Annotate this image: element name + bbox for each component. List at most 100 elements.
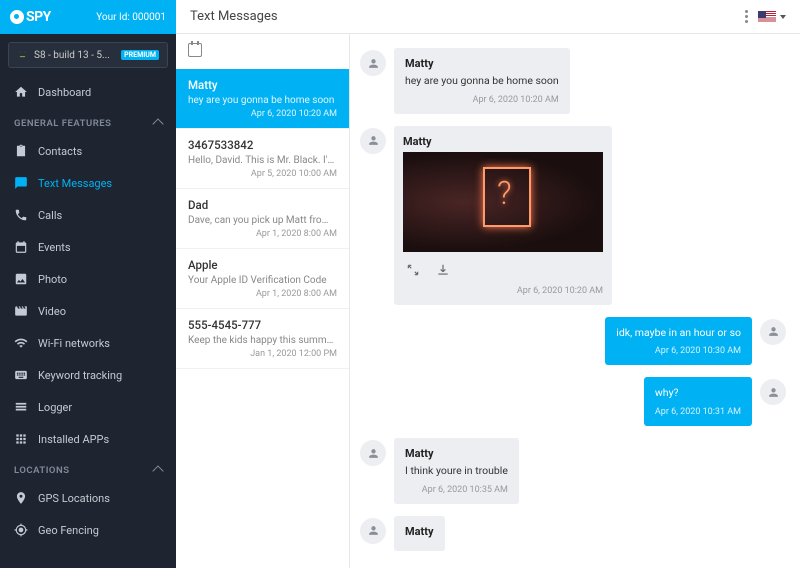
- conversation-preview: Dave, can you pick up Matt from schoo...: [188, 215, 337, 226]
- conversation-item[interactable]: Matty hey are you gonna be home soon Apr…: [176, 69, 349, 129]
- message-bubble-incoming: Matty I think youre in trouble Apr 6, 20…: [394, 438, 519, 504]
- avatar: [360, 128, 386, 154]
- conversation-item[interactable]: 3467533842 Hello, David. This is Mr. Bla…: [176, 129, 349, 189]
- message-icon: [14, 176, 28, 190]
- sidebar-item-dashboard[interactable]: Dashboard: [0, 76, 176, 108]
- sidebar-header: SPY Your Id: 000001: [0, 0, 176, 34]
- conversation-date: Apr 1, 2020 8:00 AM: [188, 289, 337, 299]
- message-bubble-outgoing: why? Apr 6, 2020 10:31 AM: [644, 377, 752, 426]
- sidebar-item-video[interactable]: Video: [0, 295, 176, 327]
- message-image[interactable]: ?: [403, 152, 603, 252]
- photo-icon: [14, 272, 28, 286]
- header-actions: [745, 10, 786, 23]
- sidebar-item-events[interactable]: Events: [0, 231, 176, 263]
- message-bubble-outgoing: idk, maybe in an hour or so Apr 6, 2020 …: [605, 317, 752, 366]
- message-sender: Matty: [405, 525, 434, 538]
- clipboard-icon: [14, 144, 28, 158]
- sidebar-item-gps[interactable]: GPS Locations: [0, 482, 176, 514]
- conversation-name: 3467533842: [188, 138, 337, 152]
- sidebar-label: Photo: [38, 273, 67, 286]
- calendar-icon: [14, 240, 28, 254]
- message-row: Matty: [360, 516, 786, 551]
- conversation-name: Matty: [188, 78, 337, 92]
- calendar-icon: [188, 43, 202, 57]
- avatar: [760, 379, 786, 405]
- user-id-label: Your Id: 000001: [96, 12, 166, 23]
- target-icon: [14, 523, 28, 537]
- sidebar-label: Keyword tracking: [38, 369, 122, 382]
- premium-badge: PREMIUM: [121, 50, 159, 60]
- logger-icon: [14, 400, 28, 414]
- home-icon: [14, 85, 28, 99]
- message-row: Matty ? Apr 6, 2020 10:20 AM: [360, 126, 786, 305]
- message-text: hey are you gonna be home soon: [405, 74, 559, 89]
- message-row: Matty hey are you gonna be home soon Apr…: [360, 48, 786, 114]
- message-row: why? Apr 6, 2020 10:31 AM: [360, 377, 786, 426]
- message-row: idk, maybe in an hour or so Apr 6, 2020 …: [360, 317, 786, 366]
- main-panel: Text Messages Matty hey are you gonna be…: [176, 0, 800, 568]
- conversation-date: Apr 1, 2020 8:00 AM: [188, 229, 337, 239]
- sidebar-item-geo[interactable]: Geo Fencing: [0, 514, 176, 546]
- language-selector[interactable]: [758, 11, 786, 23]
- sidebar-item-photo[interactable]: Photo: [0, 263, 176, 295]
- message-bubble-incoming: Matty hey are you gonna be home soon Apr…: [394, 48, 570, 114]
- sidebar-label: Geo Fencing: [38, 524, 99, 537]
- video-icon: [14, 304, 28, 318]
- avatar: [360, 518, 386, 544]
- conversation-list: Matty hey are you gonna be home soon Apr…: [176, 34, 350, 568]
- sidebar-label: Video: [38, 305, 66, 318]
- conversation-item[interactable]: Apple Your Apple ID Verification Code Ap…: [176, 249, 349, 309]
- wifi-icon: [14, 336, 28, 350]
- keyboard-icon: [14, 368, 28, 382]
- header-bar: Text Messages: [176, 0, 800, 34]
- sidebar-label: Text Messages: [38, 177, 112, 190]
- brand-text: SPY: [26, 9, 51, 25]
- conversation-date: Jan 1, 2020 12:00 PM: [188, 349, 337, 359]
- conversation-name: Dad: [188, 198, 337, 212]
- download-button[interactable]: [435, 262, 451, 278]
- expand-button[interactable]: [405, 262, 421, 278]
- phone-icon: [14, 208, 28, 222]
- sidebar-item-logger[interactable]: Logger: [0, 391, 176, 423]
- section-label: GENERAL FEATURES: [14, 118, 111, 129]
- conversation-preview: Keep the kids happy this summer with ...: [188, 335, 337, 346]
- sidebar-label: Calls: [38, 209, 62, 222]
- grid-icon: [14, 432, 28, 446]
- sidebar-label: Contacts: [38, 145, 82, 158]
- message-text: I think youre in trouble: [405, 464, 508, 479]
- conversation-item[interactable]: Dad Dave, can you pick up Matt from scho…: [176, 189, 349, 249]
- section-label: LOCATIONS: [14, 465, 70, 476]
- us-flag-icon: [758, 11, 776, 23]
- avatar: [360, 440, 386, 466]
- message-text: why?: [655, 386, 741, 401]
- conversation-name: 555-4545-777: [188, 318, 337, 332]
- sidebar-section-locations[interactable]: LOCATIONS: [0, 455, 176, 482]
- sidebar-item-contacts[interactable]: Contacts: [0, 135, 176, 167]
- sidebar-item-wifi[interactable]: Wi-Fi networks: [0, 327, 176, 359]
- message-time: Apr 6, 2020 10:31 AM: [655, 407, 741, 417]
- message-sender: Matty: [405, 447, 508, 460]
- logo-mark-icon: [10, 10, 24, 24]
- sidebar-item-keyword[interactable]: Keyword tracking: [0, 359, 176, 391]
- device-selector[interactable]: S8 - build 13 - 5... PREMIUM: [8, 42, 168, 68]
- conversation-item[interactable]: 555-4545-777 Keep the kids happy this su…: [176, 309, 349, 369]
- more-menu-button[interactable]: [745, 10, 748, 23]
- message-time: Apr 6, 2020 10:30 AM: [616, 346, 741, 356]
- sidebar-item-apps[interactable]: Installed APPs: [0, 423, 176, 455]
- conversation-date: Apr 6, 2020 10:20 AM: [188, 109, 337, 119]
- sidebar-label: Logger: [38, 401, 72, 414]
- chevron-up-icon: [152, 465, 163, 476]
- image-actions: [403, 260, 603, 280]
- sidebar-item-text-messages[interactable]: Text Messages: [0, 167, 176, 199]
- conversation-preview: hey are you gonna be home soon: [188, 95, 337, 106]
- message-time: Apr 6, 2020 10:20 AM: [405, 95, 559, 105]
- message-text: idk, maybe in an hour or so: [616, 326, 741, 341]
- page-title: Text Messages: [190, 9, 278, 24]
- brand-logo[interactable]: SPY: [10, 9, 51, 25]
- date-filter-button[interactable]: [176, 34, 349, 69]
- caret-down-icon: [780, 15, 786, 19]
- message-time: Apr 6, 2020 10:35 AM: [405, 485, 508, 495]
- sidebar-item-calls[interactable]: Calls: [0, 199, 176, 231]
- sidebar-section-general[interactable]: GENERAL FEATURES: [0, 108, 176, 135]
- message-time: Apr 6, 2020 10:20 AM: [403, 286, 603, 296]
